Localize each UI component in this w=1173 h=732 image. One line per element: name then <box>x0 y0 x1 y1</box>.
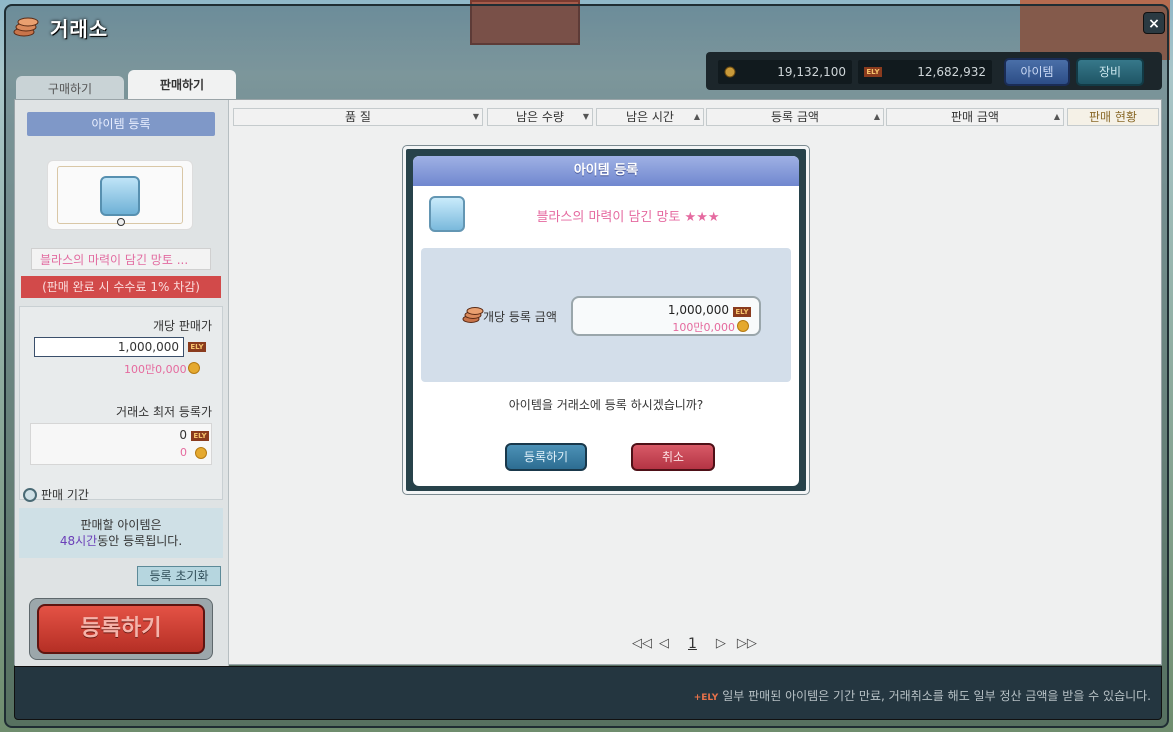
ely-icon: ELY <box>733 307 751 317</box>
dialog-title: 아이템 등록 <box>413 156 799 186</box>
column-sale-price[interactable]: 판매 금액 ▲ <box>886 108 1064 126</box>
cape-item-icon <box>429 196 465 232</box>
close-button[interactable]: × <box>1143 12 1165 34</box>
coin-icon <box>195 447 207 459</box>
next-page-icon[interactable]: ▷ <box>713 636 729 652</box>
column-sale-status[interactable]: 판매 현황 <box>1067 108 1159 126</box>
register-sidebar: 아이템 등록 블라스의 마력이 담긴 망토 ... (판매 완료 시 수수료 1… <box>15 100 229 666</box>
period-line1: 판매할 아이템은 <box>80 518 162 532</box>
period-label: 판매 기간 <box>41 488 89 502</box>
clock-icon <box>23 487 37 502</box>
cape-item-icon <box>100 176 140 216</box>
first-page-icon[interactable]: ◁◁ <box>632 636 652 652</box>
meso-icon <box>724 66 736 78</box>
title-bar: 거래소 <box>12 10 108 44</box>
dialog-cancel-button[interactable]: 취소 <box>631 443 715 471</box>
item-filter-button[interactable]: 아이템 <box>1004 58 1070 86</box>
sort-arrow-icon: ▼ <box>582 112 589 121</box>
last-page-icon[interactable]: ▷▷ <box>737 636 757 652</box>
dialog-item-name: 블라스의 마력이 담긴 망토 ★★★ <box>536 210 720 225</box>
sidebar-header: 아이템 등록 <box>27 112 215 136</box>
item-grade-indicator <box>117 218 125 226</box>
column-remaining-time-label: 남은 시간 <box>626 110 674 124</box>
fee-note: (판매 완료 시 수수료 1% 차감) <box>21 276 221 298</box>
dialog-price-label: 개당 등록 금액 <box>483 310 557 324</box>
column-quality[interactable]: 품 질 ▼ <box>233 108 483 126</box>
period-title: 판매 기간 <box>23 486 89 503</box>
period-info: 판매할 아이템은 48시간동안 등록됩니다. <box>19 508 223 558</box>
period-line2-wrap: 48시간동안 등록됩니다. <box>19 533 223 549</box>
footer-bar: +ELY 일부 판매된 아이템은 기간 만료, 거래취소를 해도 일부 정산 금액… <box>14 666 1162 720</box>
footer-notice-text: 일부 판매된 아이템은 기간 만료, 거래취소를 해도 일부 정산 금액을 받을… <box>722 689 1151 703</box>
meso-balance: 19,132,100 <box>718 60 852 84</box>
meso-value: 19,132,100 <box>777 65 846 79</box>
sort-arrow-icon: ▼ <box>472 112 479 121</box>
ely-value: 12,682,932 <box>917 65 986 79</box>
dialog-price-value: 1,000,000 <box>667 303 729 317</box>
ely-plus-icon: +ELY <box>693 693 719 703</box>
lowest-price-value: 0 <box>179 428 187 442</box>
register-button[interactable]: 등록하기 <box>37 604 205 654</box>
column-remaining-qty-label: 남은 수량 <box>516 110 564 124</box>
sort-arrow-icon: ▲ <box>693 112 700 121</box>
period-hours: 48시간 <box>59 534 98 548</box>
column-remaining-time[interactable]: 남은 시간 ▲ <box>596 108 704 126</box>
item-name: 블라스의 마력이 담긴 망토 ... <box>31 248 211 270</box>
dialog-price-area: 개당 등록 금액 1,000,000 ELY 100만0,000 <box>421 248 791 382</box>
dialog-register-button[interactable]: 등록하기 <box>505 443 587 471</box>
period-line2: 동안 등록됩니다. <box>97 534 183 548</box>
pagination: ◁◁ ◁ 1 ▷ ▷▷ <box>632 636 757 652</box>
dialog-price-box: 1,000,000 ELY 100만0,000 <box>571 296 761 336</box>
coin-icon <box>737 320 749 332</box>
unit-price-input[interactable]: 1,000,000 <box>34 337 184 357</box>
reset-registration-button[interactable]: 등록 초기화 <box>137 566 221 586</box>
register-confirm-dialog: 아이템 등록 블라스의 마력이 담긴 망토 ★★★ 개당 등록 금액 1,000… <box>413 156 799 486</box>
lowest-price-box: 0 ELY 0 <box>30 423 212 465</box>
column-listing-price-label: 등록 금액 <box>771 110 819 124</box>
window-title: 거래소 <box>50 16 109 41</box>
dialog-price-korean: 100만0,000 <box>672 321 735 334</box>
column-quality-label: 품 질 <box>345 110 371 124</box>
equip-filter-button[interactable]: 장비 <box>1076 58 1144 86</box>
lowest-price-label: 거래소 최저 등록가 <box>116 405 212 419</box>
ely-icon: ELY <box>864 67 882 77</box>
ely-icon: ELY <box>188 342 206 352</box>
lowest-price-coin: 0 <box>180 446 187 459</box>
coin-stack-icon <box>13 17 39 37</box>
unit-price-label: 개당 판매가 <box>152 319 212 333</box>
dialog-question: 아이템을 거래소에 등록 하시겠습니까? <box>508 398 704 412</box>
column-remaining-qty[interactable]: 남은 수량 ▼ <box>487 108 593 126</box>
ely-icon: ELY <box>191 431 209 441</box>
currency-bar: 19,132,100 ELY 12,682,932 아이템 장비 <box>706 52 1162 90</box>
sort-arrow-icon: ▲ <box>1053 112 1060 121</box>
sort-arrow-icon: ▲ <box>873 112 880 121</box>
current-page[interactable]: 1 <box>680 636 705 652</box>
price-panel: 개당 판매가 1,000,000 ELY 100만0,000 거래소 최저 등록… <box>19 306 223 500</box>
ely-balance: ELY 12,682,932 <box>858 60 992 84</box>
column-sale-price-label: 판매 금액 <box>951 110 999 124</box>
prev-page-icon[interactable]: ◁ <box>656 636 672 652</box>
footer-notice: +ELY 일부 판매된 아이템은 기간 만료, 거래취소를 해도 일부 정산 금액… <box>694 687 1151 704</box>
tab-sell[interactable]: 판매하기 <box>128 70 236 100</box>
column-listing-price[interactable]: 등록 금액 ▲ <box>706 108 884 126</box>
coin-icon <box>188 362 200 374</box>
unit-price-korean: 100만0,000 <box>124 363 187 376</box>
coin-stack-icon <box>462 307 484 323</box>
